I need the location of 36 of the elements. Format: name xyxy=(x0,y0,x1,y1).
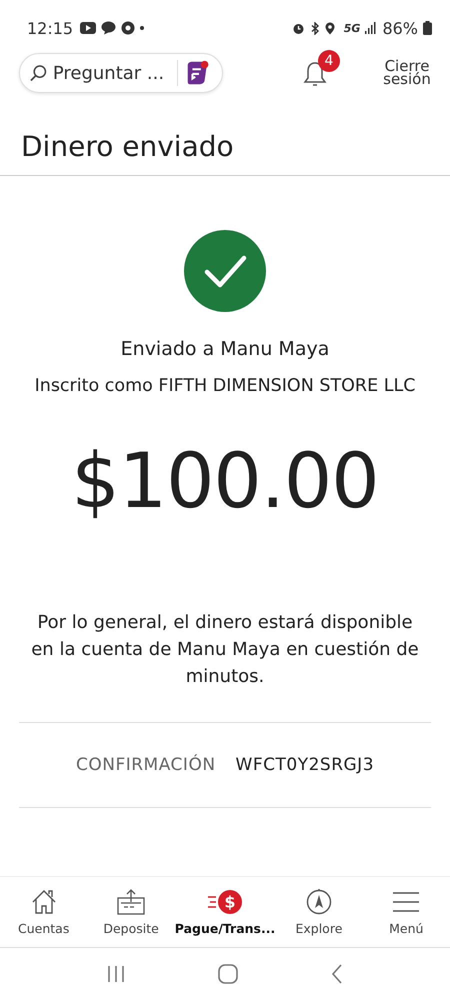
nav-tab[interactable]: Explore xyxy=(275,877,363,947)
success-check-icon xyxy=(184,230,266,312)
chat-icon xyxy=(101,21,116,35)
compass-icon xyxy=(304,888,333,916)
deposit-icon xyxy=(116,888,146,916)
dot-icon xyxy=(140,26,144,30)
search-bar[interactable]: Preguntar ... xyxy=(19,53,223,93)
nav-tab[interactable]: $ Pague/Trans... xyxy=(174,877,276,947)
logout-button[interactable]: Cierre sesión xyxy=(378,60,436,86)
recent-apps-icon[interactable] xyxy=(106,965,126,983)
page-title: Dinero enviado xyxy=(20,129,235,165)
home-button-icon[interactable] xyxy=(218,964,238,984)
notification-badge: 4 xyxy=(318,50,340,72)
back-icon[interactable] xyxy=(330,964,344,984)
video-app-icon xyxy=(80,22,96,34)
enrolled-name: Inscrito como FIFTH DIMENSION STORE LLC xyxy=(34,376,416,396)
status-time: 12:15 xyxy=(27,18,74,38)
search-icon xyxy=(30,64,47,82)
alarm-icon xyxy=(292,22,305,34)
battery-percent: 86% xyxy=(382,18,418,38)
bluetooth-icon xyxy=(310,22,320,34)
signal-icon xyxy=(365,22,378,34)
home-icon xyxy=(30,888,58,916)
confirmation-code: WFCT0Y2SRGJ3 xyxy=(236,755,374,775)
confirmation-label: CONFIRMACIÓN xyxy=(76,755,216,775)
recipient-text: Enviado a Manu Maya xyxy=(120,338,330,360)
menu-icon xyxy=(392,890,420,914)
location-icon xyxy=(324,22,335,34)
network-type: 5G xyxy=(344,22,360,34)
nav-tab[interactable]: Cuentas xyxy=(0,877,88,947)
availability-message: Por lo general, el dinero estará disponible en la cuenta de Manu Maya en cuestión de minutos. xyxy=(30,611,420,689)
amount: $100.00 xyxy=(71,436,379,525)
search-field[interactable]: Preguntar ... xyxy=(52,62,171,84)
nav-tab[interactable]: Menú xyxy=(362,877,450,947)
nav-tab[interactable]: Deposite xyxy=(87,877,175,947)
battery-icon xyxy=(423,21,432,35)
